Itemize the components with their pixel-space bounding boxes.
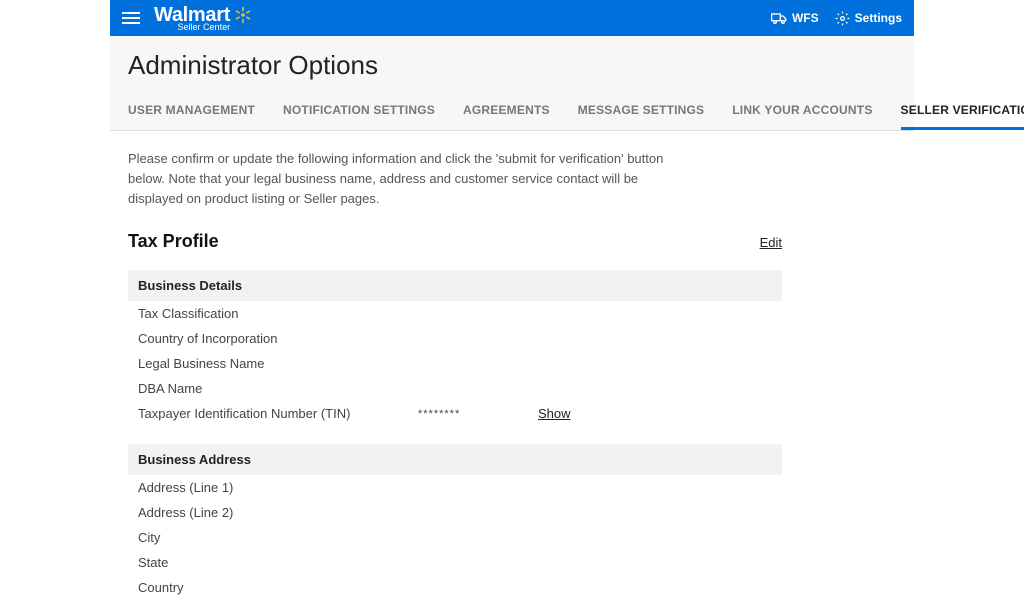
page-header: Administrator Options USER MANAGEMENT NO… xyxy=(110,36,914,131)
show-button[interactable]: Show xyxy=(538,406,571,421)
field-label: Legal Business Name xyxy=(138,356,418,371)
group-header-business-address: Business Address xyxy=(128,444,782,475)
tab-user-management[interactable]: USER MANAGEMENT xyxy=(128,95,255,130)
brand-sub: Seller Center xyxy=(178,23,231,32)
wfs-label: WFS xyxy=(792,11,819,25)
settings-link[interactable]: Settings xyxy=(835,11,902,26)
field-row-state: State xyxy=(128,550,782,575)
truck-icon xyxy=(771,11,787,25)
settings-label: Settings xyxy=(855,11,902,25)
field-row-country: Country xyxy=(128,575,782,600)
tab-notification-settings[interactable]: NOTIFICATION SETTINGS xyxy=(283,95,435,130)
field-label: DBA Name xyxy=(138,381,418,396)
topbar-left: Walmart Seller Center xyxy=(122,5,252,32)
tab-link-your-accounts[interactable]: LINK YOUR ACCOUNTS xyxy=(732,95,872,130)
section-title: Tax Profile xyxy=(128,231,219,252)
field-row-address-2: Address (Line 2) xyxy=(128,500,782,525)
brand[interactable]: Walmart Seller Center xyxy=(154,5,252,32)
field-row-legal-business-name: Legal Business Name xyxy=(128,351,782,376)
tabs: USER MANAGEMENT NOTIFICATION SETTINGS AG… xyxy=(128,95,896,130)
tin-masked-value: ******** xyxy=(418,408,538,420)
section-head: Tax Profile Edit xyxy=(128,231,782,252)
field-label: Address (Line 1) xyxy=(138,480,418,495)
topbar-right: WFS Settings xyxy=(771,11,902,26)
field-label: Country of Incorporation xyxy=(138,331,418,346)
tab-message-settings[interactable]: MESSAGE SETTINGS xyxy=(578,95,705,130)
edit-button[interactable]: Edit xyxy=(760,235,782,250)
field-row-country-of-incorporation: Country of Incorporation xyxy=(128,326,782,351)
field-label: State xyxy=(138,555,418,570)
field-label: Tax Classification xyxy=(138,306,418,321)
menu-icon[interactable] xyxy=(122,9,140,27)
field-row-dba-name: DBA Name xyxy=(128,376,782,401)
field-label: Taxpayer Identification Number (TIN) xyxy=(138,406,418,421)
field-row-tax-classification: Tax Classification xyxy=(128,301,782,326)
intro-text: Please confirm or update the following i… xyxy=(128,149,668,209)
content: Please confirm or update the following i… xyxy=(110,131,800,600)
field-row-tin: Taxpayer Identification Number (TIN) ***… xyxy=(128,401,782,426)
tab-seller-verification[interactable]: SELLER VERIFICATION xyxy=(901,95,1024,130)
group-header-business-details: Business Details xyxy=(128,270,782,301)
page-title: Administrator Options xyxy=(128,50,896,81)
topbar: Walmart Seller Center WFS Settings xyxy=(110,0,914,36)
field-label: Address (Line 2) xyxy=(138,505,418,520)
gear-icon xyxy=(835,11,850,26)
tab-agreements[interactable]: AGREEMENTS xyxy=(463,95,550,130)
spark-icon xyxy=(234,6,252,24)
wfs-link[interactable]: WFS xyxy=(771,11,819,25)
field-row-address-1: Address (Line 1) xyxy=(128,475,782,500)
field-label: Country xyxy=(138,580,418,595)
